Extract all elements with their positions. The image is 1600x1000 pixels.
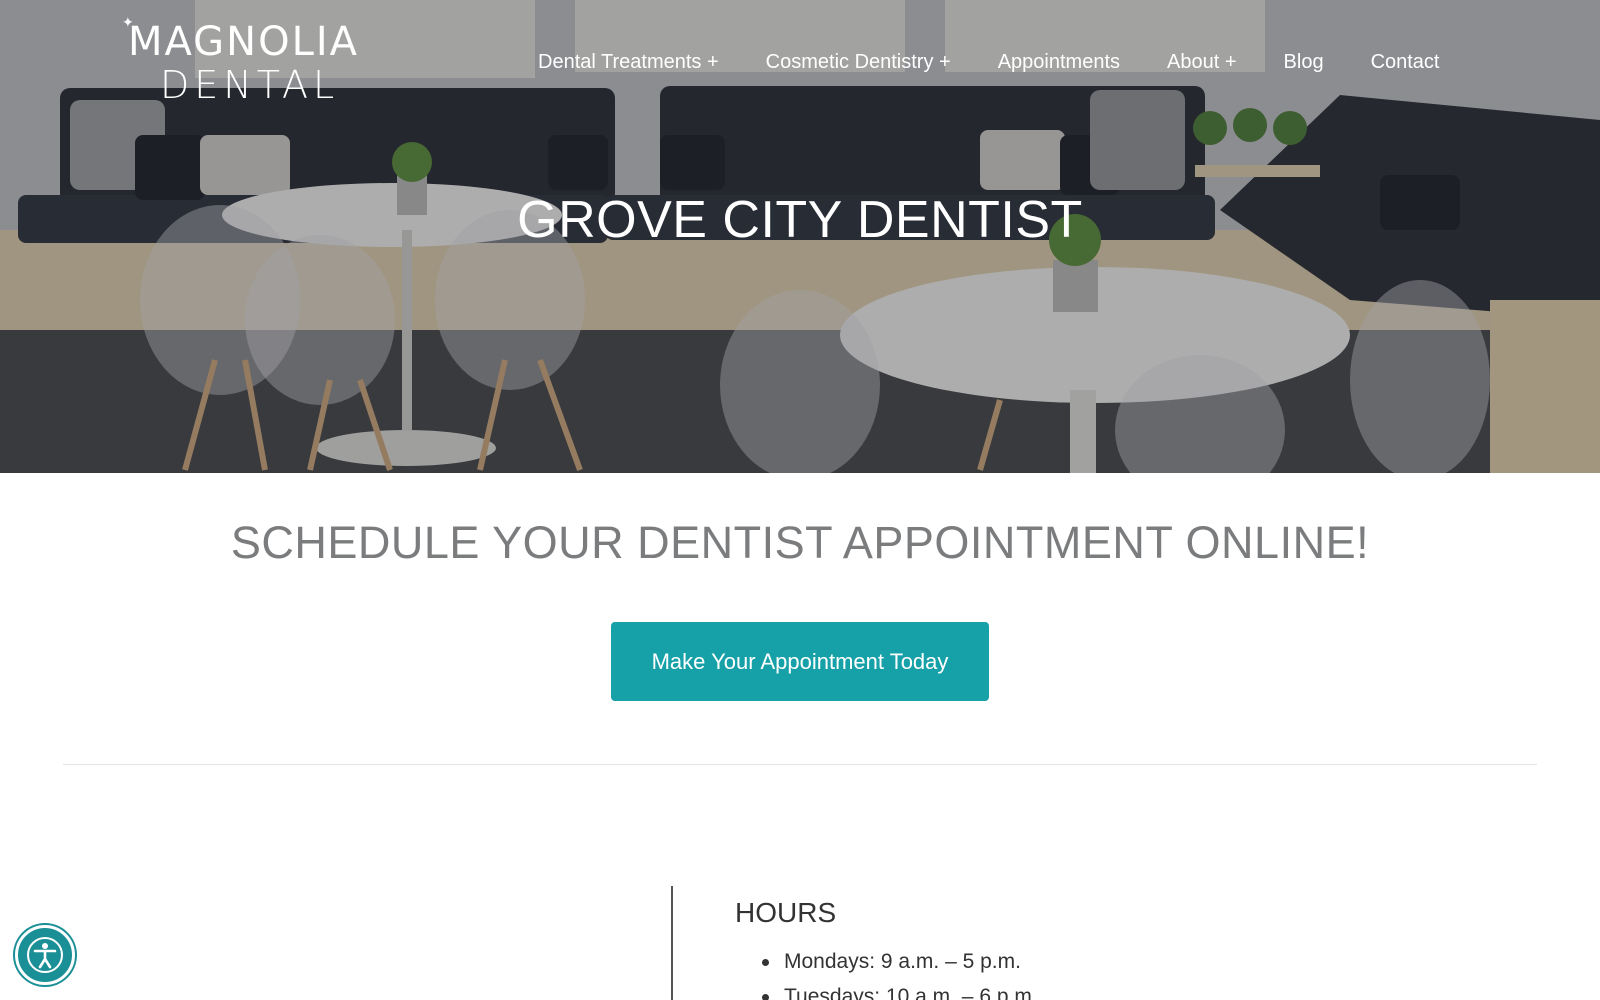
nav-blog[interactable]: Blog — [1284, 47, 1324, 77]
hours-list-item: Tuesdays: 10 a.m. – 6 p.m. — [762, 979, 1038, 1000]
site-logo[interactable]: ✦ MAGNOLIA DENTAL — [122, 14, 384, 108]
logo-wordmark-top: MAGNOLIA — [128, 19, 360, 65]
logo-wordmark-bottom: DENTAL — [160, 63, 340, 107]
accessibility-widget-button[interactable] — [15, 925, 75, 985]
hours-list-item: Mondays: 9 a.m. – 5 p.m. — [762, 944, 1038, 979]
nav-appointments[interactable]: Appointments — [998, 47, 1120, 77]
make-appointment-button[interactable]: Make Your Appointment Today — [611, 622, 989, 701]
nav-about[interactable]: About + — [1167, 47, 1237, 77]
accessibility-person-icon — [27, 937, 63, 973]
hours-heading: HOURS — [735, 897, 837, 928]
hours-vertical-rule — [671, 886, 673, 1000]
hero-banner: ✦ MAGNOLIA DENTAL Dental Treatments + Co… — [0, 0, 1600, 473]
main-navigation: Dental Treatments + Cosmetic Dentistry +… — [538, 47, 1440, 77]
nav-contact[interactable]: Contact — [1371, 47, 1440, 77]
section-divider — [63, 764, 1537, 765]
nav-dental-treatments[interactable]: Dental Treatments + — [538, 47, 719, 77]
page-title: GROVE CITY DENTIST — [517, 191, 1083, 249]
nav-cosmetic-dentistry[interactable]: Cosmetic Dentistry + — [766, 47, 951, 77]
schedule-heading: SCHEDULE YOUR DENTIST APPOINTMENT ONLINE… — [230, 517, 1370, 568]
hours-list: Mondays: 9 a.m. – 5 p.m. Tuesdays: 10 a.… — [762, 944, 1038, 1000]
